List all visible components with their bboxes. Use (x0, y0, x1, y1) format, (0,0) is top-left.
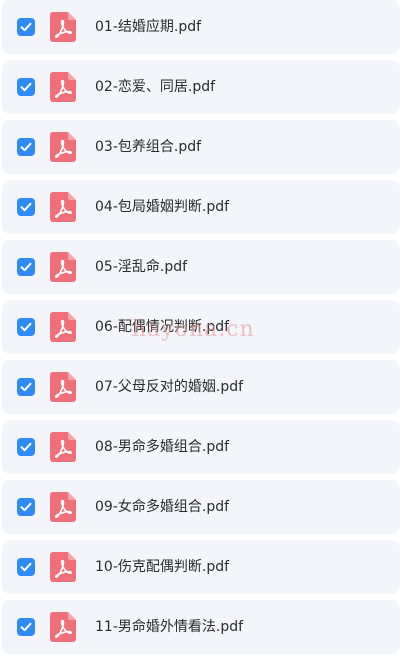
pdf-icon (50, 492, 76, 522)
file-checkbox[interactable] (17, 198, 35, 216)
file-checkbox[interactable] (17, 618, 35, 636)
file-name: 02-恋爱、同居.pdf (95, 79, 216, 95)
file-name: 05-淫乱命.pdf (95, 259, 188, 275)
file-checkbox[interactable] (17, 378, 35, 396)
pdf-icon (50, 432, 76, 462)
file-name: 04-包局婚姻判断.pdf (95, 199, 230, 215)
pdf-icon (50, 372, 76, 402)
file-row[interactable]: 07-父母反对的婚姻.pdf (2, 360, 400, 414)
pdf-icon (50, 612, 76, 642)
file-row[interactable]: 08-男命多婚组合.pdf (2, 420, 400, 474)
pdf-icon (50, 312, 76, 342)
file-list: 01-结婚应期.pdf 02-恋爱、同居.pdf 03-包养组合.pdf 04-包局婚… (0, 0, 402, 664)
file-row[interactable]: 03-包养组合.pdf (2, 120, 400, 174)
file-checkbox[interactable] (17, 138, 35, 156)
file-checkbox[interactable] (17, 258, 35, 276)
pdf-icon (50, 552, 76, 582)
pdf-icon (50, 12, 76, 42)
file-checkbox[interactable] (17, 78, 35, 96)
file-checkbox[interactable] (17, 558, 35, 576)
file-name: 01-结婚应期.pdf (95, 19, 202, 35)
file-checkbox[interactable] (17, 438, 35, 456)
file-row[interactable]: 09-女命多婚组合.pdf (2, 480, 400, 534)
pdf-icon (50, 72, 76, 102)
pdf-icon (50, 252, 76, 282)
file-row[interactable]: 11-男命婚外情看法.pdf (2, 600, 400, 654)
file-checkbox[interactable] (17, 498, 35, 516)
file-name: 07-父母反对的婚姻.pdf (95, 379, 244, 395)
file-name: 03-包养组合.pdf (95, 139, 202, 155)
file-row[interactable]: 05-淫乱命.pdf (2, 240, 400, 294)
file-name: 09-女命多婚组合.pdf (95, 499, 230, 515)
file-name: 08-男命多婚组合.pdf (95, 439, 230, 455)
file-row[interactable]: 02-恋爱、同居.pdf (2, 60, 400, 114)
file-row[interactable]: 06-配偶情况判断.pdf (2, 300, 400, 354)
pdf-icon (50, 132, 76, 162)
pdf-icon (50, 192, 76, 222)
file-checkbox[interactable] (17, 18, 35, 36)
file-checkbox[interactable] (17, 318, 35, 336)
file-row[interactable]: 10-伤克配偶判断.pdf (2, 540, 400, 594)
file-name: 06-配偶情况判断.pdf (95, 319, 230, 335)
file-row[interactable]: 01-结婚应期.pdf (2, 0, 400, 54)
file-name: 10-伤克配偶判断.pdf (95, 559, 230, 575)
file-row[interactable]: 04-包局婚姻判断.pdf (2, 180, 400, 234)
file-name: 11-男命婚外情看法.pdf (95, 619, 244, 635)
